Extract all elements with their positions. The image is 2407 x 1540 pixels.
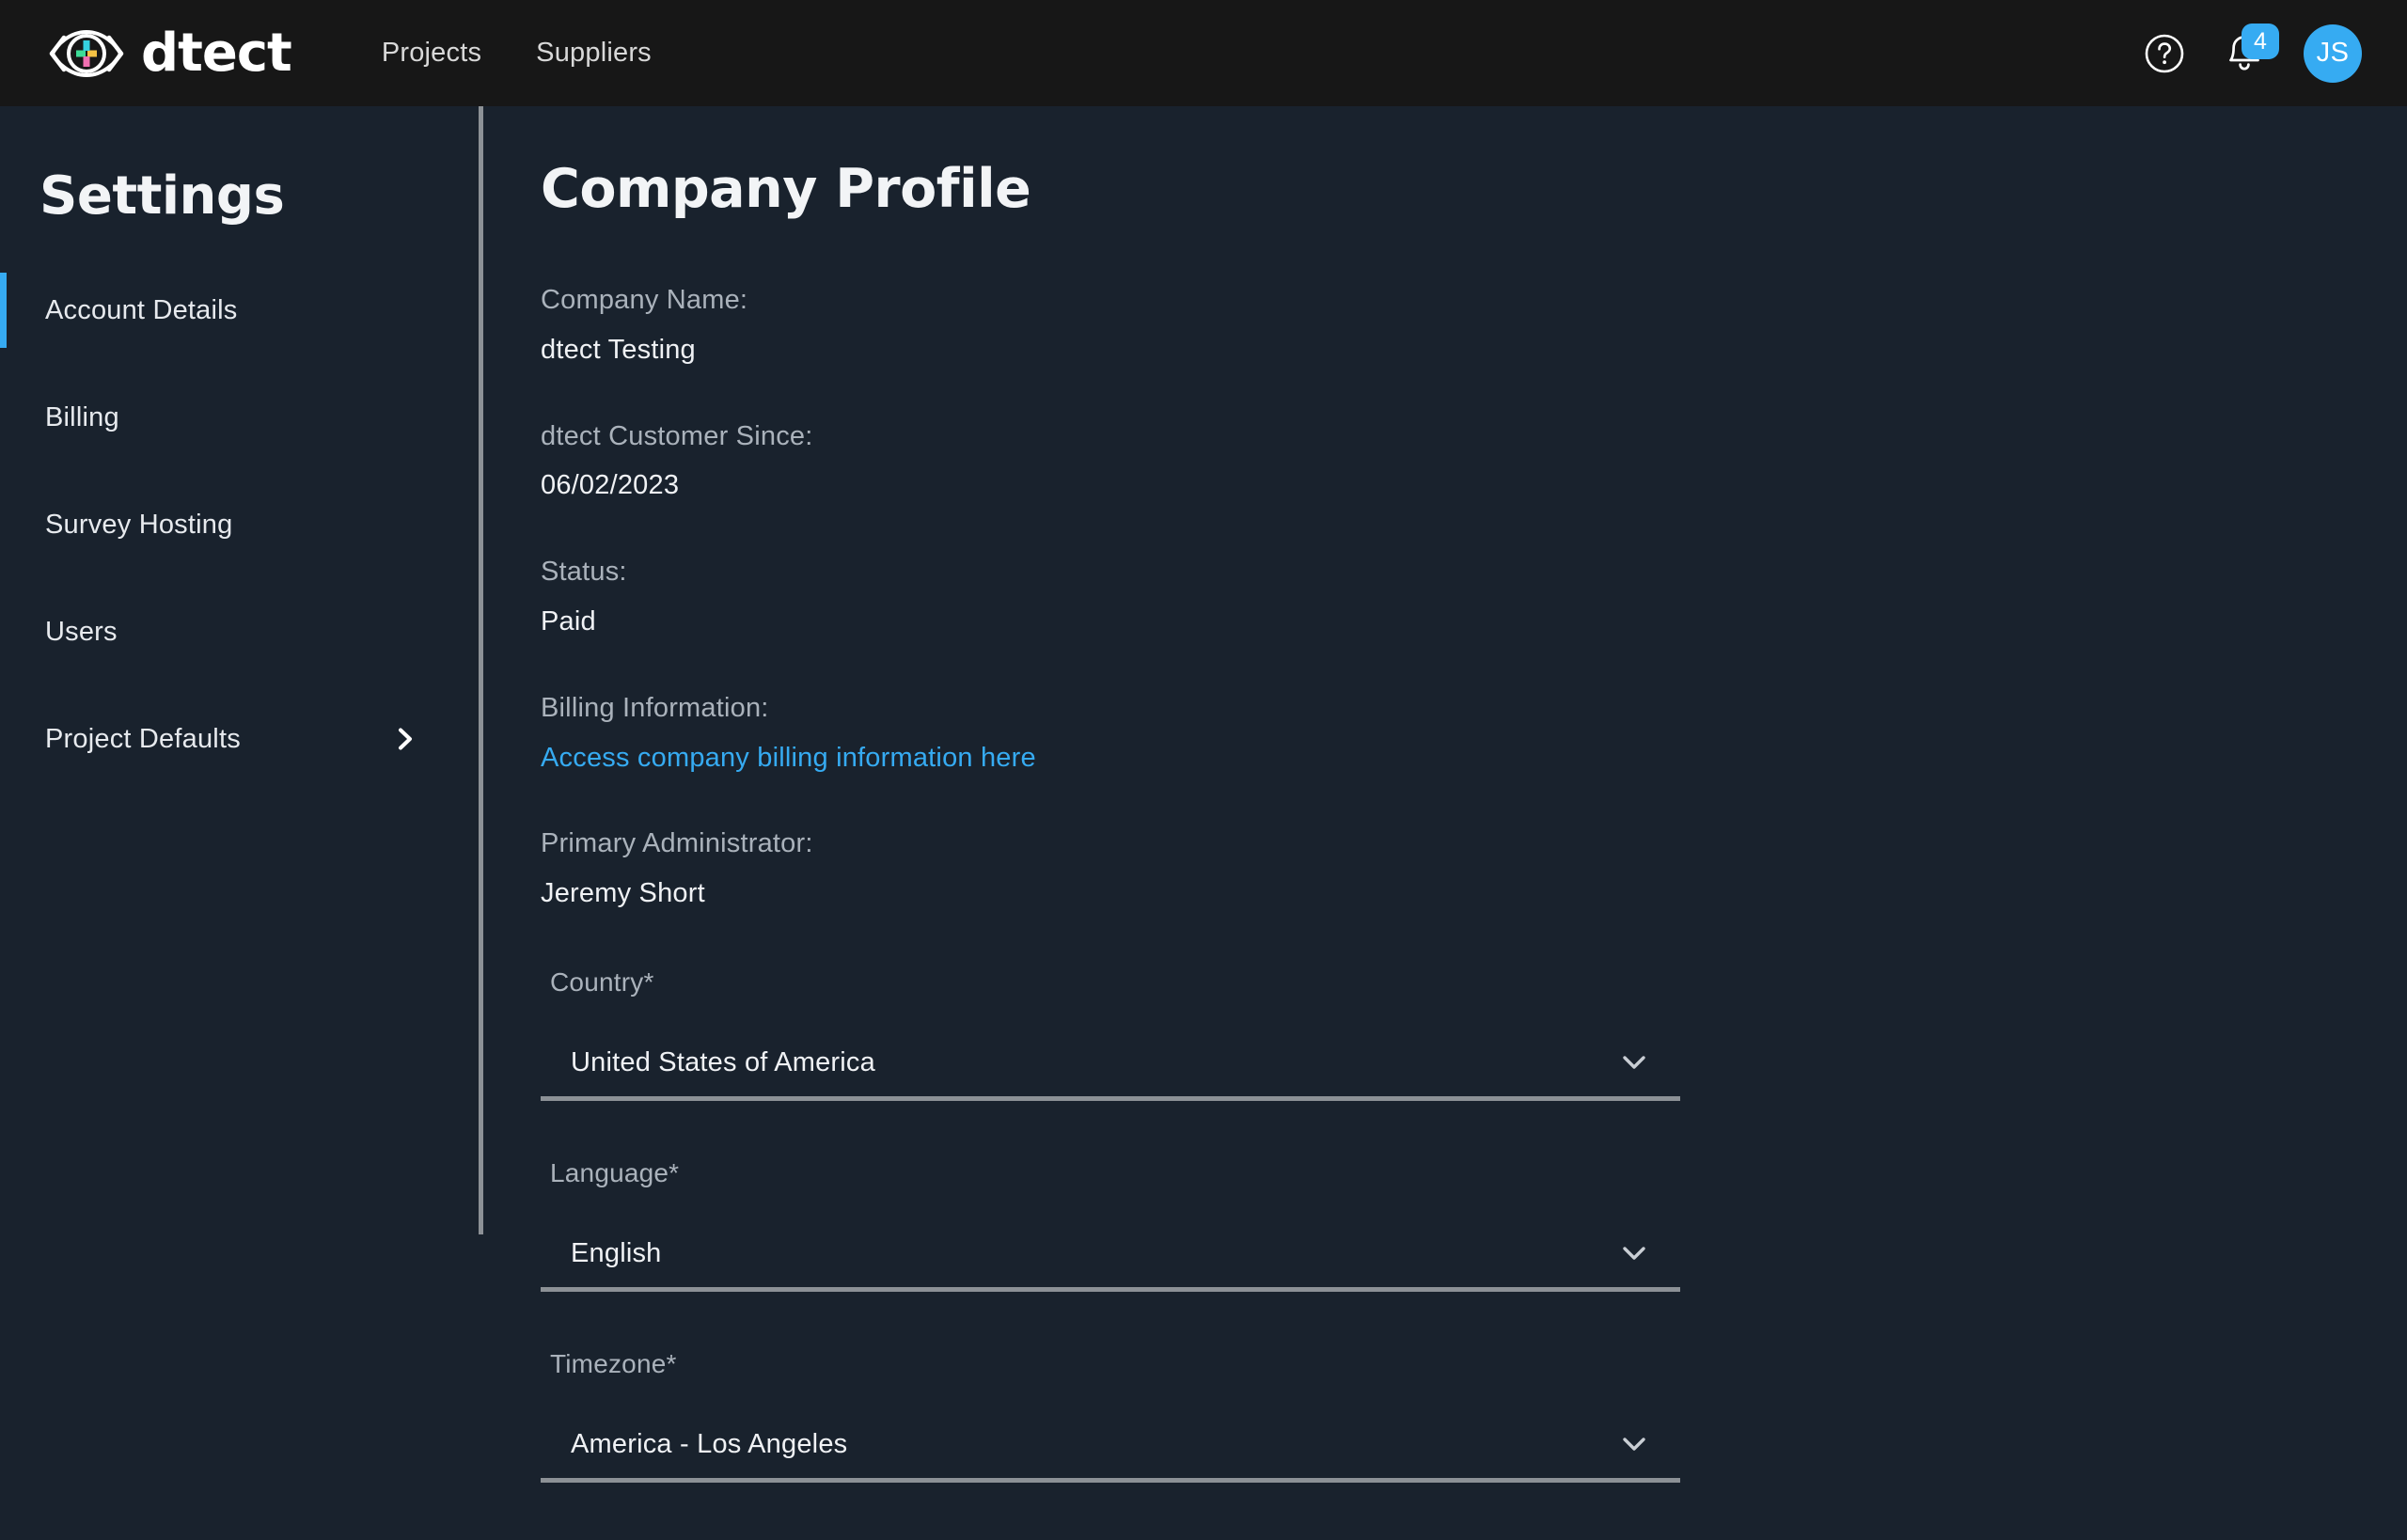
info-value: Jeremy Short <box>541 878 705 909</box>
field-label: Language* <box>550 1157 680 1187</box>
sidebar-item-label: Billing <box>45 401 119 432</box>
notifications-button[interactable]: 4 <box>2223 23 2279 75</box>
chevron-down-icon <box>1623 1438 1645 1452</box>
main-content: Company Profile Company Name: dtect Test… <box>541 106 1857 1483</box>
chevron-down-icon <box>1623 1056 1645 1070</box>
eye-plus-logo-icon <box>49 29 124 77</box>
sidebar-item-users[interactable]: Users <box>0 578 478 685</box>
brand-logo[interactable]: dtect <box>45 22 292 84</box>
chevron-right-icon <box>399 728 412 750</box>
brand-name: dtect <box>141 22 292 84</box>
field-timezone: Timezone* America - Los Angeles <box>541 1349 1680 1483</box>
sidebar-divider <box>479 106 483 1234</box>
info-label: Company Name: <box>541 285 748 315</box>
user-avatar[interactable]: JS <box>2304 24 2362 83</box>
sidebar-item-label: Project Defaults <box>45 723 241 754</box>
info-status: Status: Paid <box>541 556 1857 638</box>
country-select[interactable]: United States of America <box>541 1029 1680 1101</box>
primary-nav: Projects Suppliers <box>382 38 652 69</box>
info-value: 06/02/2023 <box>541 470 680 501</box>
info-company-name: Company Name: dtect Testing <box>541 284 1857 367</box>
language-select[interactable]: English <box>541 1220 1680 1292</box>
sidebar-item-billing[interactable]: Billing <box>0 364 478 471</box>
info-billing-information: Billing Information: Access company bill… <box>541 692 1857 775</box>
nav-projects[interactable]: Projects <box>382 38 481 69</box>
sidebar-item-label: Account Details <box>45 294 238 325</box>
field-label: Timezone* <box>550 1348 677 1378</box>
settings-sidebar: Settings Account Details Billing Survey … <box>0 106 478 1540</box>
info-primary-administrator: Primary Administrator: Jeremy Short <box>541 827 1857 910</box>
info-label: Primary Administrator: <box>541 828 813 859</box>
info-customer-since: dtect Customer Since: 06/02/2023 <box>541 420 1857 503</box>
field-language: Language* English <box>541 1158 1680 1292</box>
sidebar-item-label: Users <box>45 616 118 647</box>
info-label: Billing Information: <box>541 692 769 723</box>
country-selected-value: United States of America <box>571 1046 875 1077</box>
sidebar-item-account-details[interactable]: Account Details <box>0 257 478 364</box>
info-value: dtect Testing <box>541 334 696 365</box>
notification-count-badge: 4 <box>2242 23 2279 59</box>
sidebar-item-project-defaults[interactable]: Project Defaults <box>0 685 478 793</box>
question-circle-icon[interactable] <box>2144 33 2185 74</box>
nav-suppliers[interactable]: Suppliers <box>536 38 652 69</box>
app-root: dtect Projects Suppliers 4 JS Settings A… <box>0 0 2407 1540</box>
chevron-down-icon <box>1623 1247 1645 1261</box>
top-navigation-bar: dtect Projects Suppliers 4 JS <box>0 0 2407 106</box>
status-badge: Paid <box>541 605 596 636</box>
timezone-selected-value: America - Los Angeles <box>571 1428 848 1459</box>
page-title: Company Profile <box>541 158 1031 220</box>
topbar-actions: 4 JS <box>2144 0 2362 106</box>
billing-information-link[interactable]: Access company billing information here <box>541 742 1036 775</box>
info-label: Status: <box>541 557 627 588</box>
sidebar-item-label: Survey Hosting <box>45 509 233 540</box>
sidebar-title: Settings <box>39 165 285 227</box>
field-label: Country* <box>550 966 654 997</box>
sidebar-menu: Account Details Billing Survey Hosting U… <box>0 257 478 793</box>
timezone-select[interactable]: America - Los Angeles <box>541 1411 1680 1483</box>
field-country: Country* United States of America <box>541 967 1680 1101</box>
sidebar-item-survey-hosting[interactable]: Survey Hosting <box>0 471 478 578</box>
language-selected-value: English <box>571 1237 662 1268</box>
info-label: dtect Customer Since: <box>541 420 813 451</box>
